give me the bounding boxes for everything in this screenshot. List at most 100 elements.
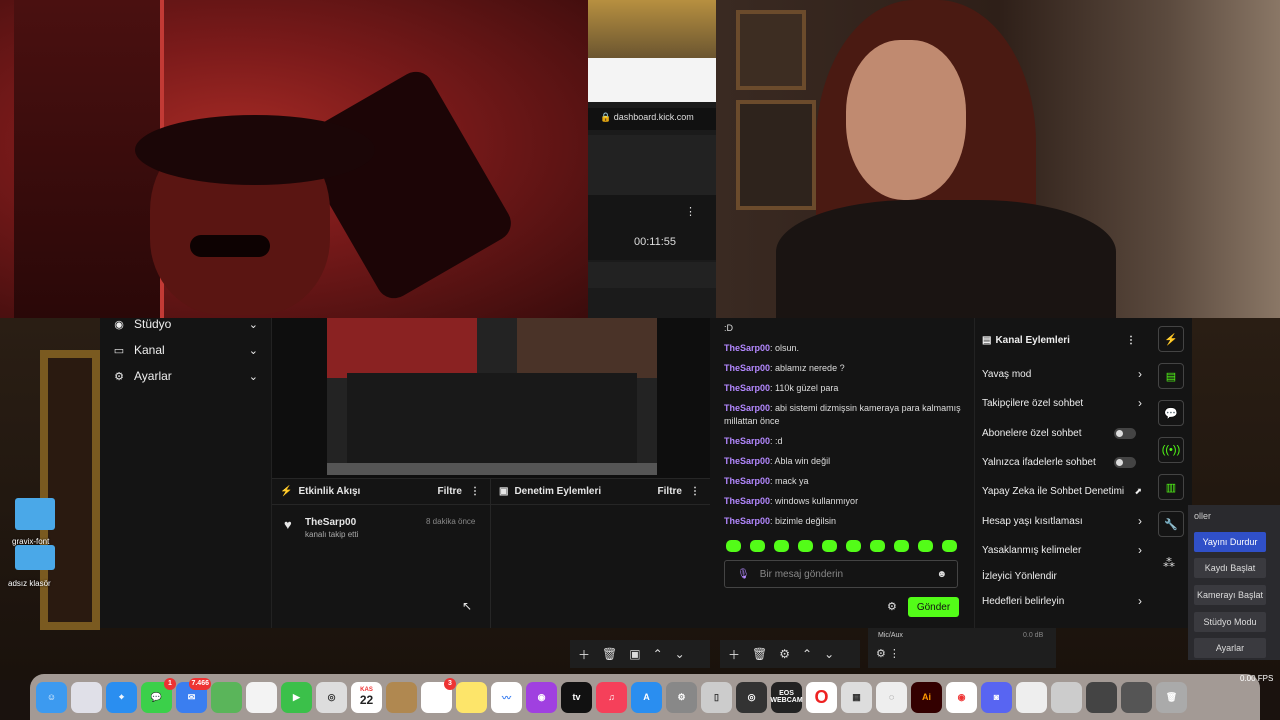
channel-action-item[interactable]: Yasaklanmış kelimeler › [982,541,1146,559]
emote-icon[interactable] [870,540,885,552]
document-icon[interactable] [1016,681,1047,713]
stop-stream-button[interactable]: Yayını Durdur [1194,532,1266,552]
contacts-icon[interactable] [386,681,417,713]
channel-action-item[interactable]: Yavaş mod › [982,365,1146,383]
address-bar[interactable]: 🔒 dashboard.kick.com [588,108,716,130]
studio-mode-button[interactable]: Stüdyo Modu [1194,612,1266,632]
gear-icon[interactable]: ⚙ [779,647,790,661]
start-recording-button[interactable]: Kaydı Başlat [1194,558,1266,578]
delete-icon[interactable]: 🗑 [602,647,617,661]
system-settings-icon[interactable]: ⚙ [666,681,697,713]
chat-settings-icon[interactable]: ⚙ [887,600,897,613]
emote-icon[interactable] [774,540,789,552]
chat-username[interactable]: TheSarp00 [724,496,770,506]
channel-action-item[interactable]: Yalnızca ifadelerle sohbet [982,453,1146,471]
up-icon[interactable]: ⌃ [653,647,663,661]
calendar-icon[interactable]: KAS 22 [351,681,382,713]
emote-icon[interactable] [918,540,933,552]
sidebar-item-channel[interactable]: ▭ Kanal ⌄ [100,337,272,363]
maps-icon[interactable] [211,681,242,713]
channel-action-item[interactable]: Abonelere özel sohbet [982,424,1146,442]
capcut-icon[interactable]: ◌ [876,681,907,713]
bolt-icon[interactable]: ⚡ [1158,326,1184,352]
channel-action-item[interactable]: Hedefleri belirleyin › [982,592,1146,610]
preview-icon[interactable]: ▦ [841,681,872,713]
music-icon[interactable]: ♫ [596,681,627,713]
chat-username[interactable]: TheSarp00 [724,456,770,466]
channel-action-item[interactable]: Takipçilere özel sohbet › [982,394,1146,412]
filter-button[interactable]: Filtre [438,486,462,497]
more-icon[interactable]: ⋮ [1126,335,1136,346]
chat-username[interactable]: TheSarp00 [724,363,770,373]
messages-icon[interactable]: 💬 1 [141,677,176,713]
notes-icon[interactable]: ▤ [1158,363,1184,389]
screenshot-icon[interactable]: ◎ [316,681,347,713]
nodes-icon[interactable]: ⁂ [1163,556,1175,570]
chat-username[interactable]: TheSarp00 [724,383,770,393]
sidebar-item-studio[interactable]: ◉ Stüdyo ⌄ [100,311,272,337]
launchpad-icon[interactable] [71,681,102,713]
filter-icon[interactable]: ▣ [629,647,640,661]
finder-icon[interactable]: ☺ [36,681,67,713]
tv-icon[interactable]: tv [561,681,592,713]
safari-icon[interactable]: ⌖ [106,681,137,713]
chat-input[interactable]: 🎙 Bir mesaj gönderin ☻ [724,560,958,588]
add-icon[interactable]: ＋ [728,646,740,663]
sidebar-item-settings[interactable]: ⚙ Ayarlar ⌄ [100,363,272,389]
reminders-icon[interactable]: 3 [421,677,456,713]
emoji-icon[interactable]: ☻ [936,569,947,580]
folder-icon[interactable] [15,498,55,530]
emote-icon[interactable] [750,540,765,552]
window-thumbnail-icon[interactable] [1051,681,1082,713]
microphone-icon[interactable]: 🎙 [737,569,750,580]
emote-icon[interactable] [798,540,813,552]
iphone-mirroring-icon[interactable]: ▯ [701,681,732,713]
add-icon[interactable]: ＋ [578,646,590,663]
window-thumbnail-icon[interactable] [1086,681,1117,713]
emote-icon[interactable] [894,540,909,552]
down-icon[interactable]: ⌄ [675,647,685,661]
chat-username[interactable]: TheSarp00 [724,403,770,413]
podcasts-icon[interactable]: ◉ [526,681,557,713]
emote-icon[interactable] [942,540,957,552]
channel-action-item[interactable]: Yapay Zeka ile Sohbet Denetimi ⬈ [982,482,1146,500]
emote-icon[interactable] [846,540,861,552]
broadcast-icon[interactable]: ((•)) [1158,437,1184,463]
toggle-switch[interactable] [1114,427,1136,439]
settings-button[interactable]: Ayarlar [1194,638,1266,658]
discord-icon[interactable]: ◙ [981,681,1012,713]
folder-icon[interactable] [15,545,55,570]
emote-icon[interactable] [822,540,837,552]
filter-button[interactable]: Filtre [658,486,682,497]
illustrator-icon[interactable]: Ai [911,681,942,713]
chat-username[interactable]: TheSarp00 [724,436,770,446]
opera-icon[interactable]: O [806,681,837,713]
chat-icon[interactable]: 💬 [1158,400,1184,426]
freeform-icon[interactable]: 〰 [491,681,522,713]
chat-username[interactable]: TheSarp00 [724,516,770,526]
notes-icon[interactable] [456,681,487,713]
send-button[interactable]: Gönder [908,597,959,617]
eos-webcam-icon[interactable]: EOS WEBCAM [770,681,803,713]
down-icon[interactable]: ⌄ [824,647,834,661]
app-store-icon[interactable]: A [631,681,662,713]
event-user[interactable]: TheSarp00 [305,517,356,528]
window-thumbnail-icon[interactable] [1121,681,1152,713]
delete-icon[interactable]: 🗑 [752,647,767,661]
channel-action-item[interactable]: İzleyici Yönlendir [982,567,1146,585]
start-virtual-camera-button[interactable]: Kamerayı Başlat [1194,585,1266,605]
chat-username[interactable]: TheSarp00 [724,476,770,486]
trash-icon[interactable]: 🗑 [1156,681,1187,713]
wrench-icon[interactable]: 🔧 [1158,511,1184,537]
photos-icon[interactable] [246,681,277,713]
layout-icon[interactable]: ▥ [1158,474,1184,500]
chrome-icon[interactable]: ◉ [946,681,977,713]
emote-icon[interactable] [726,540,741,552]
obs-icon[interactable]: ◎ [736,681,767,713]
facetime-icon[interactable]: ▶ [281,681,312,713]
chat-username[interactable]: TheSarp00 [724,343,770,353]
toggle-switch[interactable] [1114,456,1136,468]
more-icon[interactable]: ⋮ [470,486,480,497]
up-icon[interactable]: ⌃ [802,647,812,661]
channel-action-item[interactable]: Hesap yaşı kısıtlaması › [982,512,1146,530]
